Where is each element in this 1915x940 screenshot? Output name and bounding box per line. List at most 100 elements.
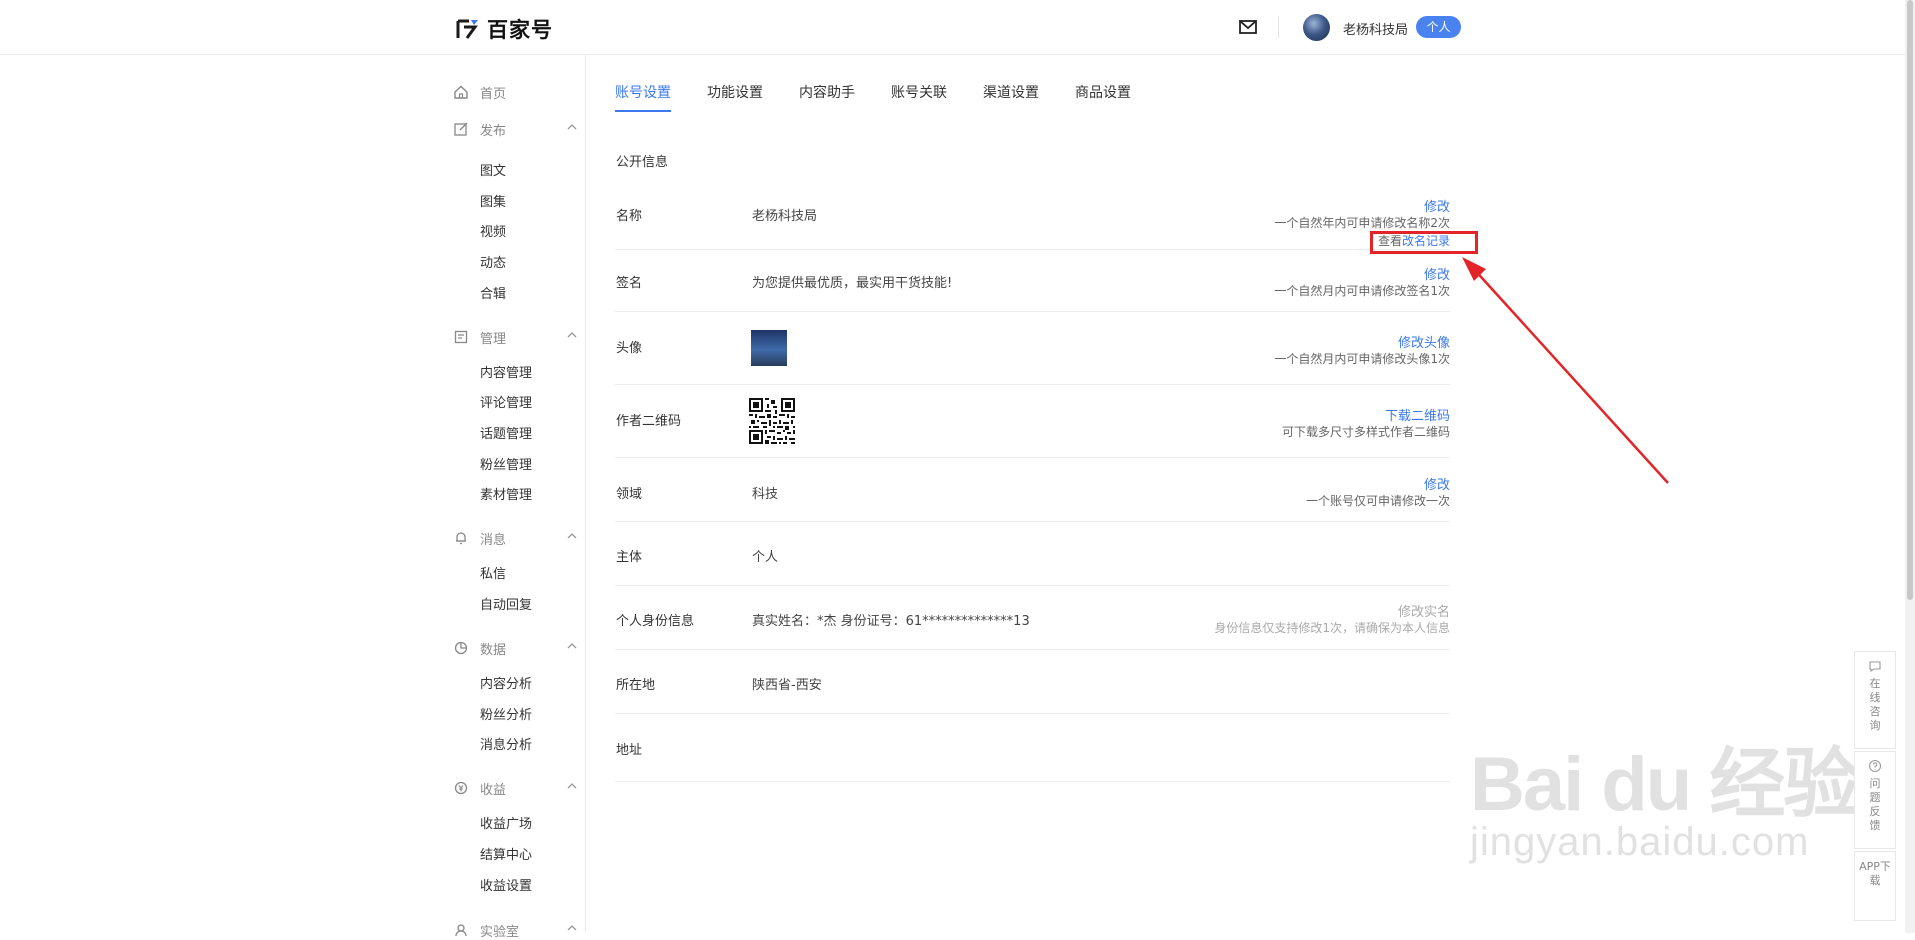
account-type-badge: 个人 xyxy=(1416,16,1461,38)
sidebar-group-message[interactable]: 消息 xyxy=(454,528,577,548)
tab-content-assistant[interactable]: 内容助手 xyxy=(799,82,855,112)
bell-icon xyxy=(456,532,466,545)
sidebar-item-content-analysis[interactable]: 内容分析 xyxy=(480,673,532,692)
sidebar-group-label: 收益 xyxy=(480,782,507,798)
header-divider xyxy=(1278,16,1279,38)
row-qrcode: 作者二维码 下载二维码 可下载多尺寸多样式作者二维码 xyxy=(615,385,1450,458)
edit-avatar-link[interactable]: 修改头像 xyxy=(1398,332,1450,351)
floating-toolbar: 在线咨询 问题反馈 APP下载 xyxy=(1854,651,1896,921)
top-header: 百家号 老杨科技局 个人 xyxy=(0,0,1905,55)
sidebar-item-fans-analysis[interactable]: 粉丝分析 xyxy=(480,704,532,723)
tab-account-settings[interactable]: 账号设置 xyxy=(615,82,671,112)
tab-account-link[interactable]: 账号关联 xyxy=(891,82,947,112)
chevron-up-icon[interactable] xyxy=(566,329,578,341)
identity-value: 真实姓名：*杰 身份证号：61**************13 xyxy=(752,614,1030,629)
chevron-up-icon[interactable] xyxy=(566,922,578,934)
name-hint: 一个自然年内可申请修改名称2次 xyxy=(1274,216,1450,230)
row-name: 名称 老杨科技局 修改 一个自然年内可申请修改名称2次 查看改名记录 xyxy=(615,190,1450,250)
chevron-up-icon[interactable] xyxy=(566,640,578,652)
row-divider xyxy=(615,781,1450,782)
feedback-button[interactable]: 问题反馈 xyxy=(1854,751,1896,849)
edit-icon xyxy=(454,122,468,136)
section-title: 公开信息 xyxy=(616,155,669,170)
sidebar-group-label: 数据 xyxy=(480,642,507,658)
home-icon xyxy=(454,85,468,99)
edit-name-link[interactable]: 修改 xyxy=(1424,196,1450,215)
mail-icon[interactable] xyxy=(1238,17,1258,37)
edit-realname-link[interactable]: 修改实名 xyxy=(1398,601,1450,620)
watermark-url: jingyan.baidu.com xyxy=(1470,820,1810,864)
row-subject: 主体 个人 xyxy=(615,522,1450,586)
sidebar-group-income[interactable]: 收益 xyxy=(454,778,577,798)
sidebar-item-video[interactable]: 视频 xyxy=(480,221,506,240)
signature-hint: 一个自然月内可申请修改签名1次 xyxy=(1274,284,1450,298)
sidebar-group-publish[interactable]: 发布 xyxy=(454,119,577,139)
logo-text: 百家号 xyxy=(487,18,553,42)
sidebar-item-income-plaza[interactable]: 收益广场 xyxy=(480,813,532,832)
avatar-hint: 一个自然月内可申请修改头像1次 xyxy=(1274,352,1450,366)
sidebar-item-gallery[interactable]: 图集 xyxy=(480,191,506,210)
coin-icon xyxy=(454,781,468,795)
avatar-thumbnail[interactable] xyxy=(751,330,787,366)
domain-value: 科技 xyxy=(752,487,779,502)
edit-domain-link[interactable]: 修改 xyxy=(1424,474,1450,493)
chevron-up-icon[interactable] xyxy=(566,530,578,542)
sidebar-item-collection[interactable]: 合辑 xyxy=(480,283,506,302)
row-domain: 领域 科技 修改 一个账号仅可申请修改一次 xyxy=(615,458,1450,522)
location-value: 陕西省-西安 xyxy=(752,678,822,693)
sidebar-item-fans-manage[interactable]: 粉丝管理 xyxy=(480,454,532,473)
online-consult-button[interactable]: 在线咨询 xyxy=(1854,651,1896,749)
sidebar-item-content-manage[interactable]: 内容管理 xyxy=(480,362,532,381)
sidebar-group-data[interactable]: 数据 xyxy=(454,638,577,658)
row-address: 地址 xyxy=(615,714,1450,782)
watermark-brand: Bai du 经验 xyxy=(1470,742,1859,827)
feedback-label: 问题反馈 xyxy=(1869,777,1881,832)
sidebar-item-message-analysis[interactable]: 消息分析 xyxy=(480,734,532,753)
chat-icon xyxy=(1869,661,1881,673)
chevron-up-icon[interactable] xyxy=(566,121,578,133)
sidebar-group-manage[interactable]: 管理 xyxy=(454,327,577,347)
sidebar-item-article[interactable]: 图文 xyxy=(480,160,506,179)
online-consult-label: 在线咨询 xyxy=(1869,677,1881,732)
lab-icon xyxy=(455,924,467,937)
username[interactable]: 老杨科技局 xyxy=(1343,19,1408,38)
sidebar-group-label: 实验室 xyxy=(480,924,520,940)
row-label: 作者二维码 xyxy=(616,414,682,429)
sidebar-item-income-settings[interactable]: 收益设置 xyxy=(480,875,532,894)
row-label: 名称 xyxy=(616,209,643,224)
sidebar-item-settlement-center[interactable]: 结算中心 xyxy=(480,844,532,863)
document-icon xyxy=(454,330,468,344)
pie-chart-icon xyxy=(454,641,468,655)
sidebar-item-home[interactable]: 首页 xyxy=(454,82,506,102)
settings-tabs: 账号设置 功能设置 内容助手 账号关联 渠道设置 商品设置 xyxy=(615,82,1167,112)
chevron-up-icon[interactable] xyxy=(566,780,578,792)
sidebar-group-lab[interactable]: 实验室 xyxy=(454,920,577,940)
question-icon xyxy=(1868,759,1882,773)
row-label: 所在地 xyxy=(616,678,656,693)
app-download-button[interactable]: APP下载 xyxy=(1854,851,1896,921)
name-value: 老杨科技局 xyxy=(752,209,818,224)
scrollbar-thumb[interactable] xyxy=(1907,0,1913,600)
row-label: 个人身份信息 xyxy=(616,614,695,629)
user-avatar[interactable] xyxy=(1303,14,1330,41)
qrcode-image[interactable] xyxy=(749,398,795,444)
tab-function-settings[interactable]: 功能设置 xyxy=(707,82,763,112)
sidebar-item-topic-manage[interactable]: 话题管理 xyxy=(480,423,532,442)
row-signature: 签名 为您提供最优质，最实用干货技能! 修改 一个自然月内可申请修改签名1次 xyxy=(615,250,1450,312)
red-arrow-annotation xyxy=(1462,257,1669,484)
sidebar-item-comment-manage[interactable]: 评论管理 xyxy=(480,392,532,411)
baijiahao-logo[interactable]: 百家号 xyxy=(455,14,553,44)
edit-signature-link[interactable]: 修改 xyxy=(1424,264,1450,283)
domain-hint: 一个账号仅可申请修改一次 xyxy=(1305,494,1450,508)
sidebar-item-moments[interactable]: 动态 xyxy=(480,252,506,271)
sidebar-item-auto-reply[interactable]: 自动回复 xyxy=(480,594,532,613)
sidebar-item-material-manage[interactable]: 素材管理 xyxy=(480,484,532,503)
signature-value: 为您提供最优质，最实用干货技能! xyxy=(752,276,953,291)
tab-channel-settings[interactable]: 渠道设置 xyxy=(983,82,1039,112)
download-qrcode-link[interactable]: 下载二维码 xyxy=(1385,405,1450,424)
row-label: 地址 xyxy=(616,743,643,758)
app-download-label: APP下载 xyxy=(1859,860,1891,887)
baidu-jingyan-watermark: Bai du 经验 jingyan.baidu.com xyxy=(1470,722,1859,865)
sidebar-item-private-message[interactable]: 私信 xyxy=(480,563,506,582)
tab-product-settings[interactable]: 商品设置 xyxy=(1075,82,1131,112)
